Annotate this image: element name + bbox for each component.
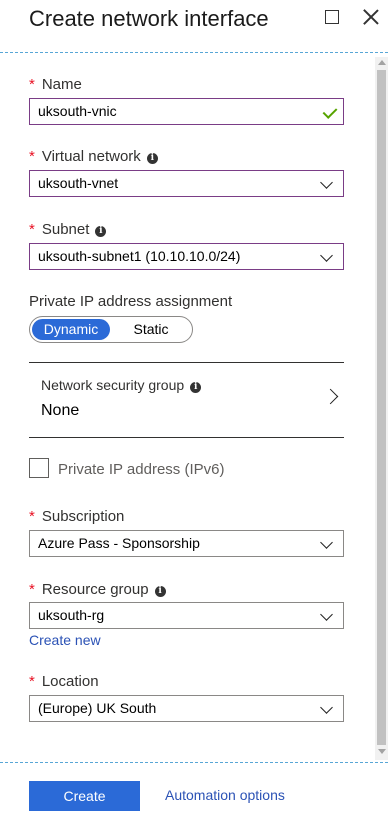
chevron-down-icon [320, 176, 333, 189]
nsg-label: Network security group i [41, 377, 202, 393]
divider [29, 437, 344, 438]
toggle-option-dynamic[interactable]: Dynamic [32, 319, 110, 340]
scroll-down-arrow-icon[interactable] [378, 749, 386, 754]
required-marker: * [29, 148, 35, 165]
ipv6-checkbox-label[interactable]: Private IP address (IPv6) [58, 461, 224, 478]
info-icon[interactable]: i [154, 586, 166, 597]
create-new-resource-group-link[interactable]: Create new [29, 632, 101, 648]
name-input[interactable]: uksouth-vnic [29, 98, 344, 125]
chevron-down-icon [320, 701, 333, 714]
resource-group-label: * Resource group i [29, 581, 166, 598]
subnet-select[interactable]: uksouth-subnet1 (10.10.10.0/24) [29, 243, 344, 270]
blade-header: Create network interface [0, 0, 388, 53]
scrollbar-thumb[interactable] [377, 70, 386, 745]
info-icon[interactable]: i [190, 382, 202, 393]
required-marker: * [29, 76, 35, 93]
chevron-down-icon [320, 608, 333, 621]
location-select[interactable]: (Europe) UK South [29, 695, 344, 722]
required-marker: * [29, 508, 35, 525]
close-icon[interactable] [362, 8, 380, 26]
required-marker: * [29, 673, 35, 690]
ipv6-checkbox[interactable] [29, 458, 49, 478]
chevron-down-icon [320, 536, 333, 549]
footer-divider [0, 762, 388, 764]
blade-title: Create network interface [29, 6, 269, 31]
subscription-label: * Subscription [29, 508, 125, 525]
subscription-select[interactable]: Azure Pass - Sponsorship [29, 530, 344, 557]
valid-check-icon [322, 104, 338, 119]
required-marker: * [29, 221, 35, 238]
automation-options-link[interactable]: Automation options [165, 787, 285, 803]
subnet-label: * Subnet i [29, 221, 107, 238]
chevron-down-icon [320, 249, 333, 262]
toggle-option-static[interactable]: Static [112, 319, 190, 340]
required-marker: * [29, 581, 35, 598]
resource-group-select[interactable]: uksouth-rg [29, 602, 344, 629]
create-button[interactable]: Create [29, 781, 140, 811]
info-icon[interactable]: i [95, 226, 107, 237]
scroll-up-arrow-icon[interactable] [378, 60, 386, 65]
nsg-selector[interactable]: Network security group i None [29, 363, 344, 437]
info-icon[interactable]: i [146, 153, 158, 164]
maximize-icon[interactable] [325, 10, 339, 24]
chevron-right-icon [322, 388, 339, 405]
name-label: * Name [29, 76, 82, 93]
virtual-network-label: * Virtual network i [29, 148, 158, 165]
virtual-network-select[interactable]: uksouth-vnet [29, 170, 344, 197]
ip-assignment-toggle[interactable]: Dynamic Static [29, 316, 193, 343]
ip-assignment-label: Private IP address assignment [29, 293, 233, 310]
location-label: * Location [29, 673, 99, 690]
nsg-value: None [41, 402, 80, 419]
